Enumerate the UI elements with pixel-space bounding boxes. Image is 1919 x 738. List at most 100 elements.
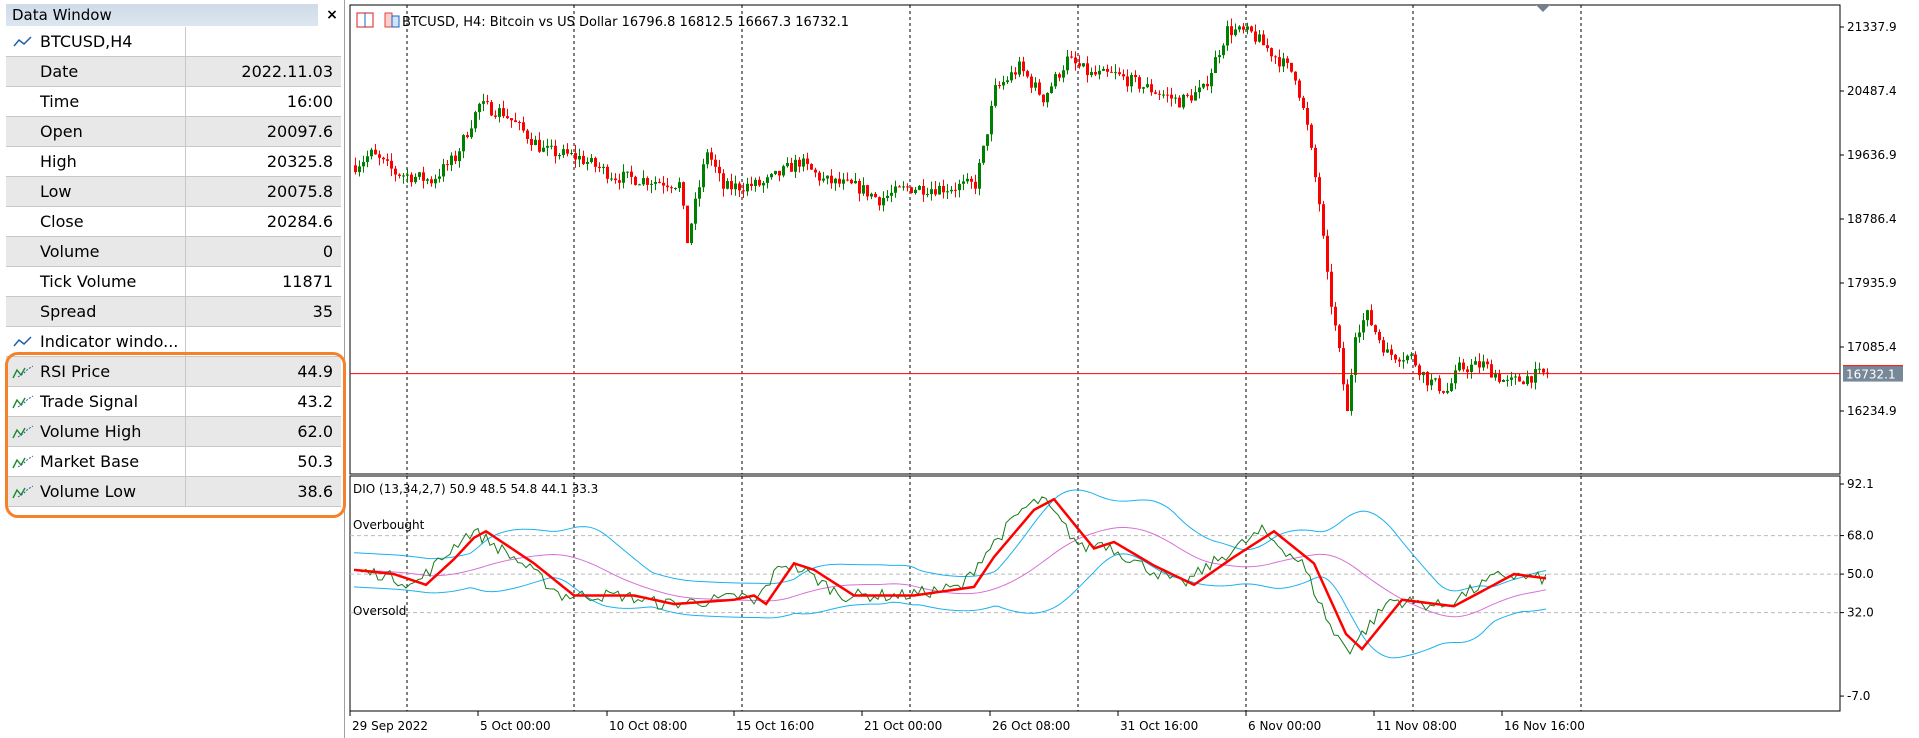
candle-body <box>922 185 925 195</box>
candle-body <box>394 168 397 175</box>
candle-body <box>690 223 693 244</box>
candle-body <box>1542 368 1545 373</box>
candle-body <box>598 166 601 168</box>
candle-body <box>1126 76 1129 87</box>
candle-body <box>1430 379 1433 386</box>
candle-body <box>490 102 493 116</box>
candle-body <box>1266 45 1269 49</box>
candle-body <box>526 130 529 139</box>
candle-body <box>1070 56 1073 58</box>
candle-body <box>1322 204 1325 236</box>
candle-body <box>1462 362 1465 370</box>
candle-body <box>670 187 673 189</box>
candle-body <box>1222 45 1225 56</box>
candle-body <box>1074 57 1077 64</box>
candle-body <box>462 135 465 152</box>
candle-body <box>410 174 413 183</box>
candle-body <box>482 101 485 104</box>
overbought-label: Overbought <box>353 518 425 532</box>
candle-body <box>638 184 641 186</box>
candle-body <box>402 175 405 177</box>
candle-body <box>614 178 617 181</box>
candle-body <box>550 145 553 147</box>
price-tick-label: 18786.4 <box>1847 212 1897 226</box>
candle-body <box>438 176 441 179</box>
candle-body <box>1518 376 1521 382</box>
candle-body <box>742 190 745 192</box>
candle-body <box>674 188 677 190</box>
candle-body <box>542 147 545 152</box>
time-label: 26 Oct 08:00 <box>992 719 1070 733</box>
candle-body <box>470 128 473 138</box>
candle-body <box>1146 84 1149 88</box>
price-chart[interactable]: 21337.9 20487.4 19636.9 18786.4 17935.9 17085… <box>0 0 1919 738</box>
candle-body <box>882 197 885 206</box>
candle-body <box>1046 92 1049 103</box>
time-label: 5 Oct 00:00 <box>480 719 551 733</box>
candle-body <box>838 178 841 184</box>
candle-body <box>870 193 873 197</box>
candle-body <box>1178 97 1181 108</box>
candle-body <box>450 155 453 166</box>
candle-body <box>1358 332 1361 338</box>
candle-body <box>1022 61 1025 72</box>
candle-body <box>458 151 461 162</box>
candle-body <box>522 122 525 131</box>
candle-body <box>1154 92 1157 94</box>
candle-body <box>1010 72 1013 81</box>
candle-body <box>1326 235 1329 272</box>
candle-body <box>898 186 901 188</box>
candle-body <box>750 183 753 187</box>
candle-body <box>1502 379 1505 382</box>
candle-body <box>1094 71 1097 75</box>
candle-body <box>694 198 697 224</box>
candle-body <box>894 186 897 193</box>
price-tick-label: 17085.4 <box>1847 340 1897 354</box>
candle-body <box>1370 310 1373 326</box>
candle-body <box>594 158 597 167</box>
candle-body <box>1486 361 1489 365</box>
candle-body <box>1390 349 1393 355</box>
indicator-tick-label: 92.1 <box>1847 477 1874 491</box>
candle-body <box>1210 73 1213 87</box>
candle-body <box>566 149 569 154</box>
candle-body <box>706 152 709 165</box>
candle-body <box>1254 31 1257 42</box>
candle-body <box>1362 320 1365 333</box>
candle-body <box>918 185 921 190</box>
candle-body <box>914 189 917 193</box>
candle-body <box>1066 56 1069 71</box>
candle-body <box>842 179 845 184</box>
candle-body <box>1406 355 1409 361</box>
candle-body <box>1374 325 1377 333</box>
candle-body <box>1510 377 1513 380</box>
candle-body <box>586 161 589 164</box>
candle-body <box>1294 71 1297 81</box>
candle-body <box>1438 378 1441 392</box>
candle-body <box>738 183 741 191</box>
candle-body <box>902 186 905 188</box>
price-tick-label: 21337.9 <box>1847 20 1897 34</box>
candle-body <box>1490 364 1493 378</box>
candle-body <box>1122 74 1125 77</box>
candle-body <box>1522 381 1525 385</box>
candle-body <box>1038 82 1041 95</box>
candle-body <box>1206 83 1209 87</box>
candle-body <box>778 170 781 176</box>
trade-icon-right <box>391 15 400 28</box>
candle-body <box>1186 94 1189 96</box>
candle-body <box>1138 77 1141 89</box>
candle-body <box>654 181 657 184</box>
candle-body <box>630 171 633 177</box>
candle-body <box>426 179 429 181</box>
candle-body <box>430 179 433 184</box>
candle-body <box>830 175 833 184</box>
candle-body <box>1458 362 1461 371</box>
candle-body <box>906 186 909 188</box>
candle-body <box>1118 72 1121 75</box>
candle-body <box>1450 383 1453 391</box>
candle-body <box>546 145 549 148</box>
candle-body <box>478 103 481 113</box>
candle-body <box>434 178 437 184</box>
candle-body <box>1086 63 1089 76</box>
